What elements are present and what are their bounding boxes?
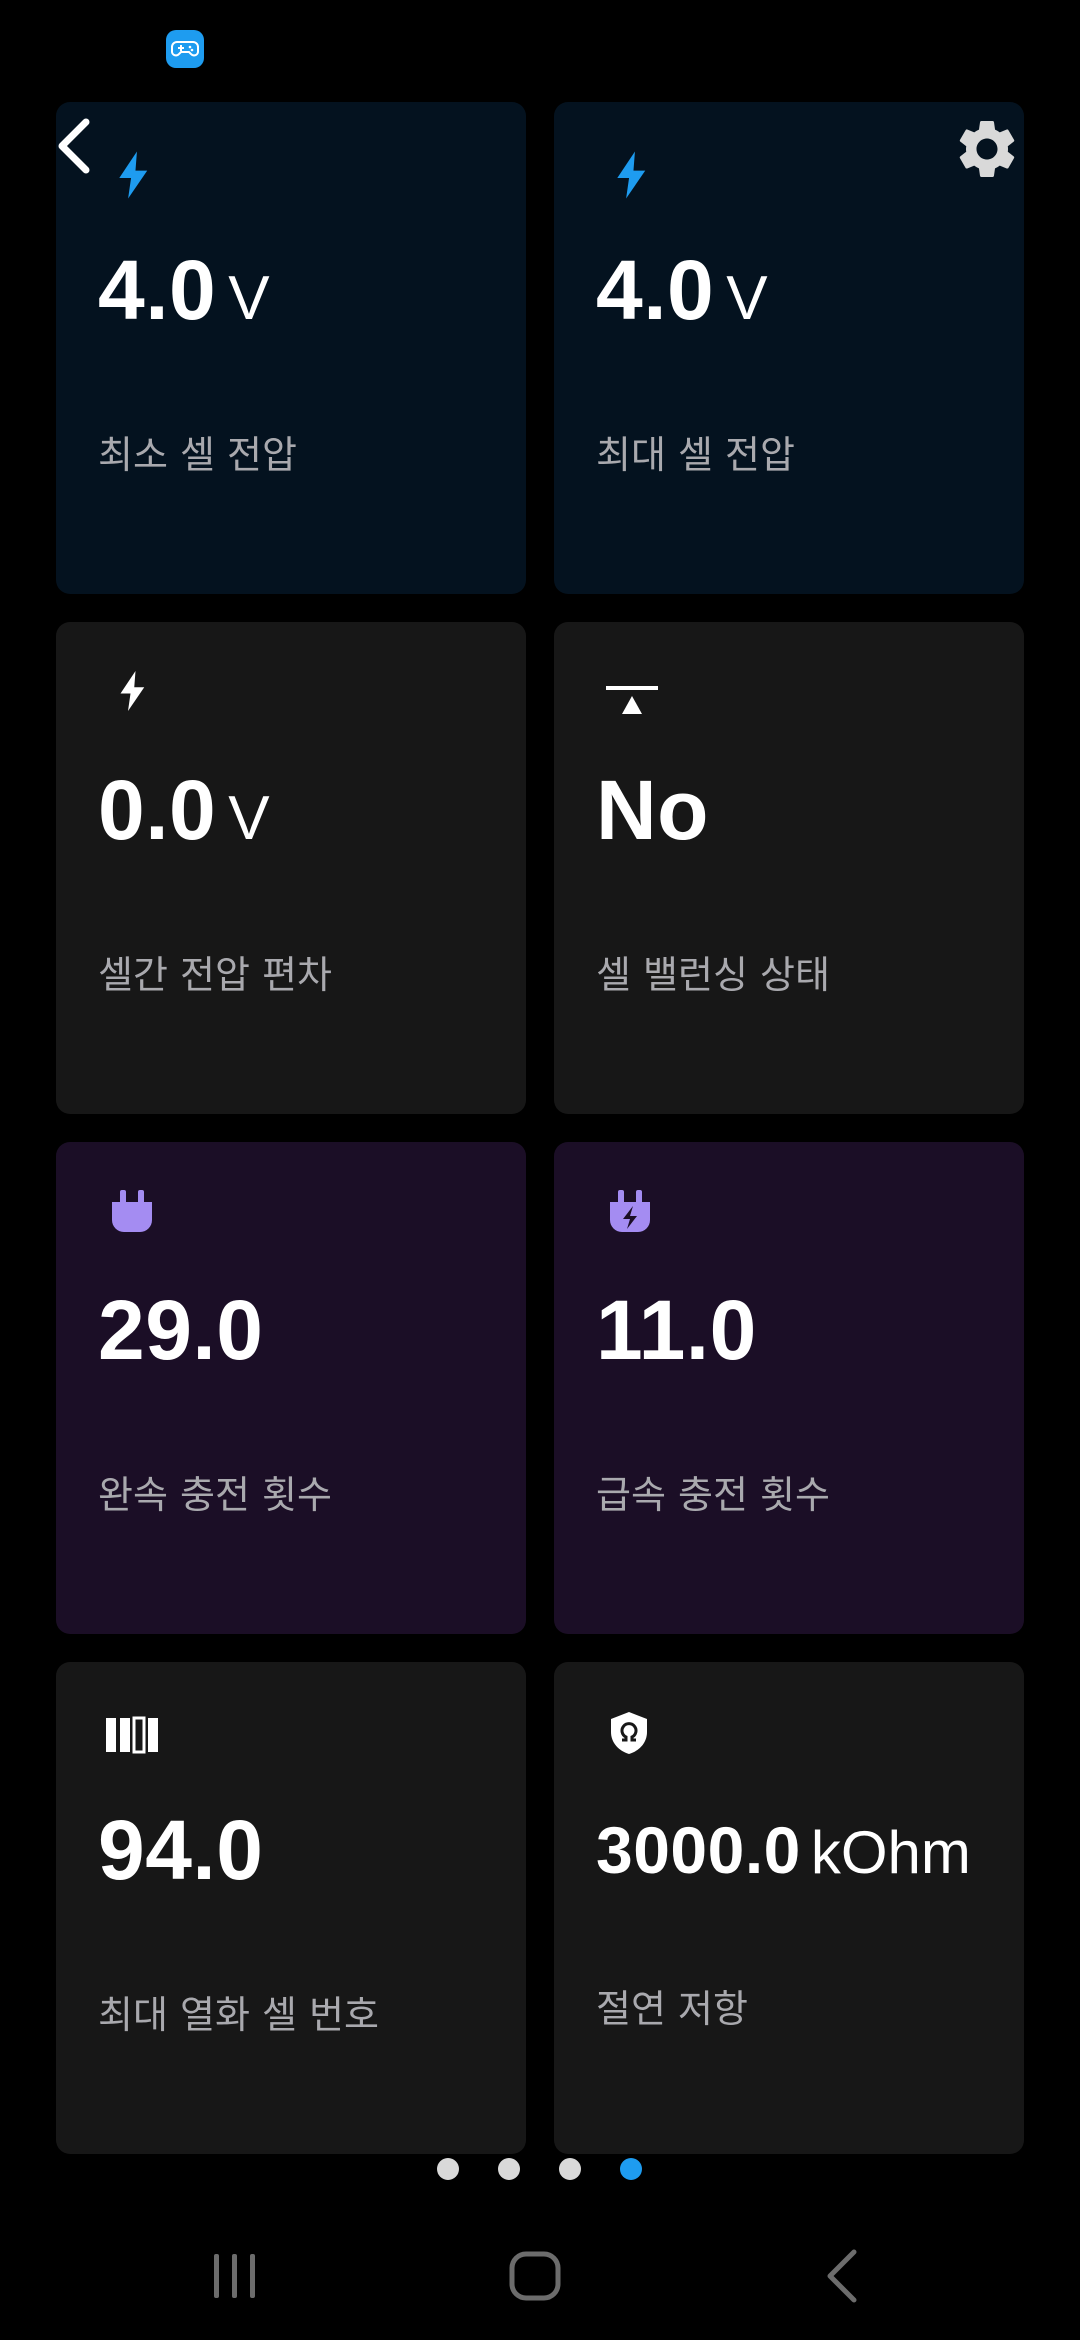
value-line: 0.0 V <box>98 762 270 859</box>
recent-apps-button[interactable] <box>200 2240 270 2310</box>
page-dot-1[interactable] <box>437 2158 459 2180</box>
card-cell-balancing-status: No 셀 밸런싱 상태 <box>554 622 1024 1114</box>
card-label: 절연 저항 <box>596 1987 748 2031</box>
card-label: 급속 충전 횟수 <box>596 1473 830 1517</box>
fast-charge-plug-icon <box>608 1190 678 1260</box>
page-indicator <box>0 2158 1080 2184</box>
value-line: 11.0 <box>596 1282 757 1379</box>
game-controller-icon <box>166 30 204 68</box>
card-value: 3000.0 <box>596 1813 801 1887</box>
gear-icon <box>959 120 1015 177</box>
value-line: No <box>596 762 721 859</box>
card-label: 최대 셀 전압 <box>596 433 795 477</box>
battery-cells-icon <box>104 1716 174 1786</box>
card-max-degraded-cell-number: 94.0 최대 열화 셀 번호 <box>56 1662 526 2154</box>
card-label: 셀간 전압 편차 <box>98 953 332 997</box>
value-line: 3000.0 kOhm <box>596 1812 971 1888</box>
card-min-cell-voltage: 4.0 V 최소 셀 전압 <box>56 102 526 594</box>
card-label: 완속 충전 횟수 <box>98 1473 332 1517</box>
lightning-bolt-icon <box>614 150 684 220</box>
page-dot-3[interactable] <box>559 2158 581 2180</box>
card-value: 4.0 <box>596 243 715 337</box>
page-dot-2[interactable] <box>498 2158 520 2180</box>
card-value: 4.0 <box>98 243 217 337</box>
value-line: 29.0 <box>98 1282 264 1379</box>
card-cell-voltage-deviation: 0.0 V 셀간 전압 편차 <box>56 622 526 1114</box>
card-value: 11.0 <box>596 1283 757 1377</box>
card-value: 0.0 <box>98 763 217 857</box>
recent-apps-icon <box>214 2254 255 2298</box>
chevron-left-icon <box>58 118 90 174</box>
card-unit: V <box>726 264 768 333</box>
balance-icon <box>604 684 674 754</box>
home-icon <box>509 2251 561 2301</box>
card-value: No <box>596 763 709 857</box>
card-unit: kOhm <box>810 1819 971 1886</box>
home-button[interactable] <box>500 2240 570 2310</box>
page-dot-4-active[interactable] <box>620 2158 642 2180</box>
card-unit: V <box>228 264 270 333</box>
ohm-shield-icon <box>608 1710 678 1780</box>
card-value: 29.0 <box>98 1283 264 1377</box>
card-label: 셀 밸런싱 상태 <box>596 953 830 997</box>
lightning-bolt-icon <box>118 668 188 738</box>
card-unit: V <box>228 784 270 853</box>
card-insulation-resistance: 3000.0 kOhm 절연 저항 <box>554 1662 1024 2154</box>
back-nav-button[interactable] <box>808 2240 878 2310</box>
value-line: 94.0 <box>98 1802 264 1899</box>
card-label: 최소 셀 전압 <box>98 433 297 477</box>
card-value: 94.0 <box>98 1803 264 1897</box>
value-line: 4.0 V <box>98 242 270 339</box>
system-nav-bar <box>0 2200 1080 2340</box>
card-label: 최대 열화 셀 번호 <box>98 1993 379 2037</box>
settings-button[interactable] <box>952 114 1022 184</box>
card-fast-charge-count: 11.0 급속 충전 횟수 <box>554 1142 1024 1634</box>
back-button[interactable] <box>50 116 96 176</box>
plug-icon <box>110 1190 180 1260</box>
lightning-bolt-icon <box>116 150 186 220</box>
back-icon <box>827 2249 857 2303</box>
value-line: 4.0 V <box>596 242 768 339</box>
card-slow-charge-count: 29.0 완속 충전 횟수 <box>56 1142 526 1634</box>
